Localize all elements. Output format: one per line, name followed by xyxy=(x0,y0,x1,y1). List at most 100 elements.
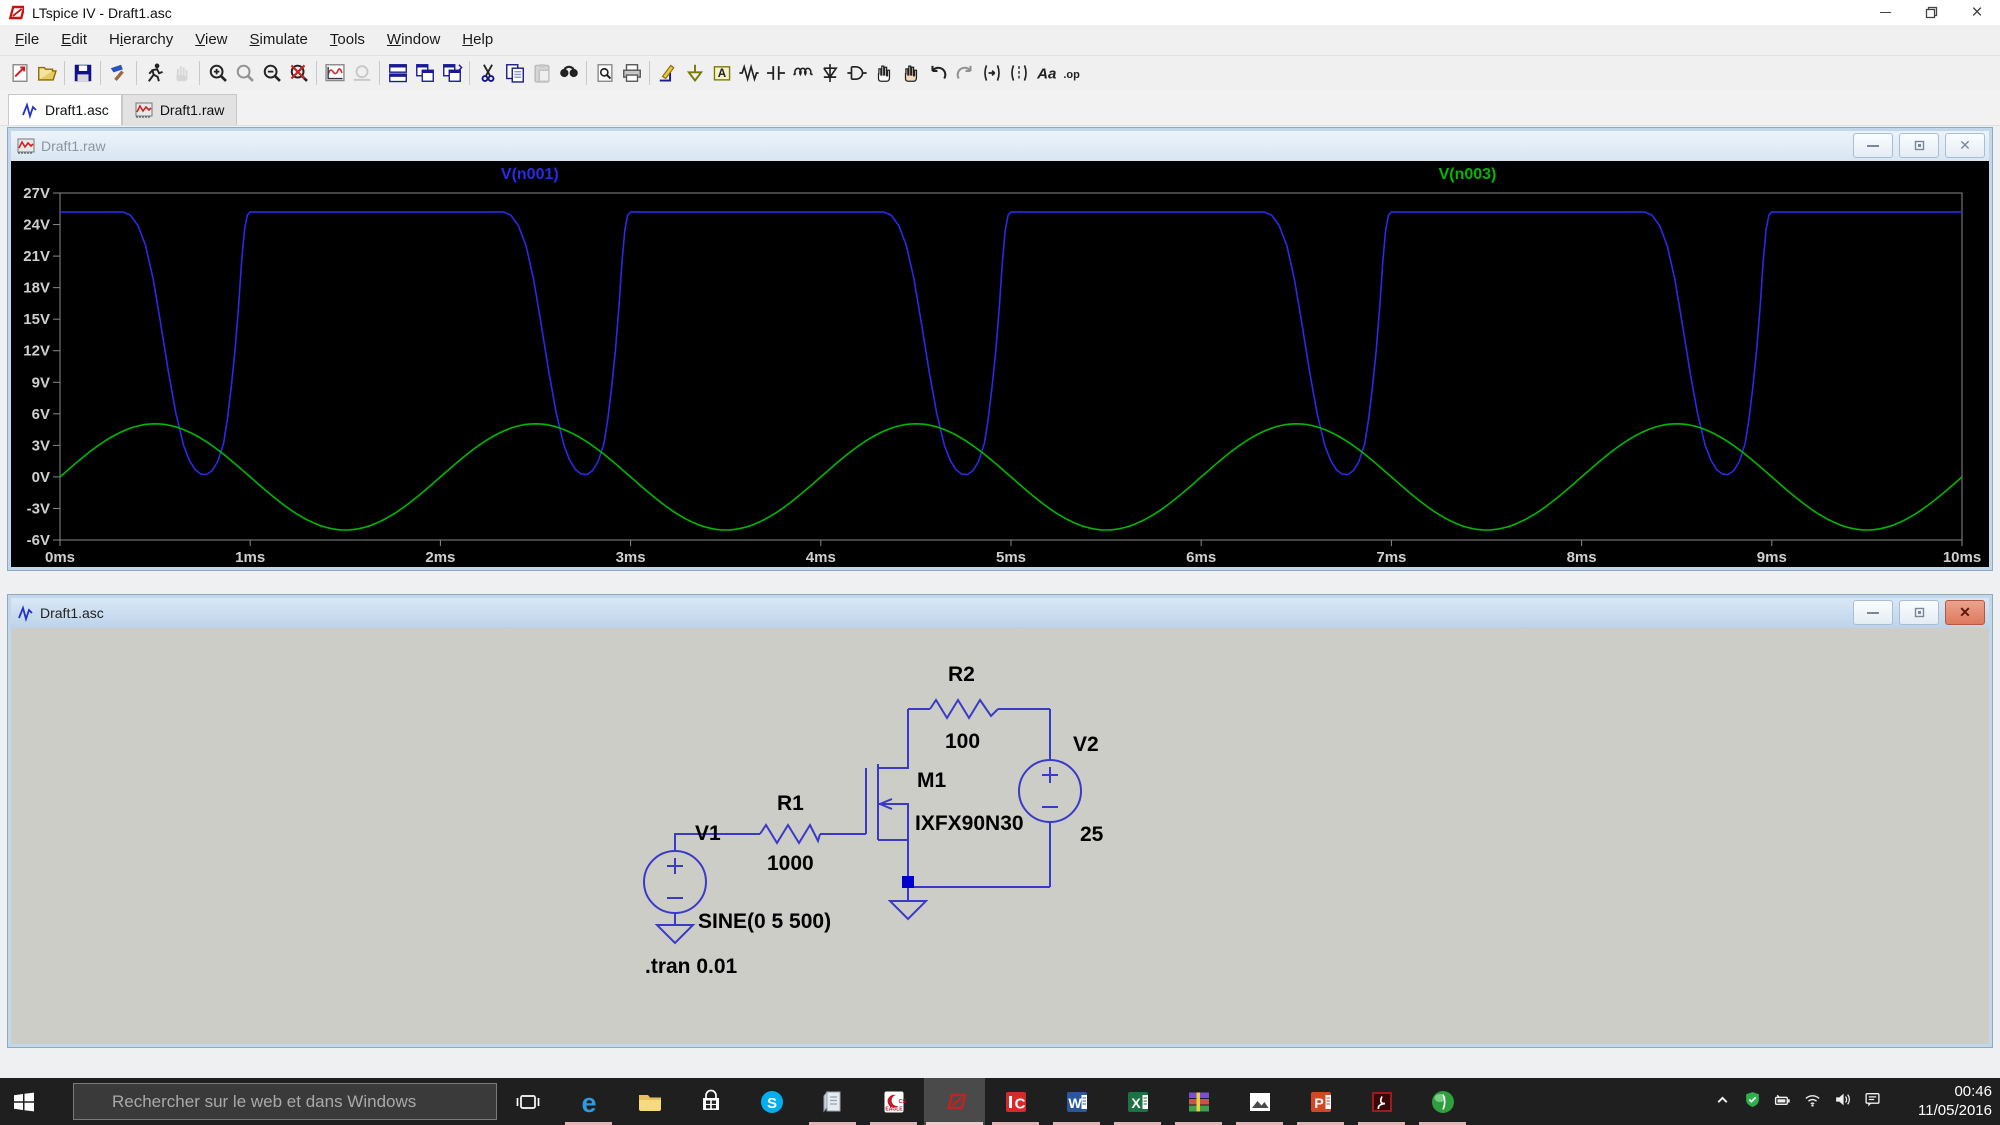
ground-button[interactable] xyxy=(681,60,708,87)
schematic-labels: V1 R1 1000 M1 IXFX90N30 R2 100 V2 25 SIN… xyxy=(645,663,1104,978)
svg-text:6ms: 6ms xyxy=(1186,549,1216,566)
tab-row: Draft1.asc Draft1.raw xyxy=(0,90,2000,126)
zoom-extents-button[interactable] xyxy=(285,60,312,87)
svg-text:-3V: -3V xyxy=(27,500,50,517)
taskbar-app-task-view[interactable] xyxy=(497,1078,558,1125)
zoom-in-button[interactable] xyxy=(204,60,231,87)
child-restore-button[interactable] xyxy=(1899,133,1939,158)
svg-text:3ms: 3ms xyxy=(616,549,646,566)
tray-battery-icon[interactable] xyxy=(1774,1091,1791,1113)
component-button[interactable] xyxy=(843,60,870,87)
label-v1-value: SINE(0 5 500) xyxy=(698,910,831,933)
taskbar-app-notepad[interactable] xyxy=(802,1078,863,1125)
menu-view[interactable]: View xyxy=(184,25,238,55)
child-restore-button[interactable] xyxy=(1899,600,1939,625)
taskbar-app-skype[interactable]: S xyxy=(741,1078,802,1125)
print-button[interactable] xyxy=(618,60,645,87)
minimize-button[interactable] xyxy=(1862,0,1908,25)
start-button[interactable] xyxy=(0,1078,48,1125)
taskbar-app-acrobat[interactable] xyxy=(1351,1078,1412,1125)
taskbar-app-word[interactable]: W xyxy=(1046,1078,1107,1125)
rotate-button[interactable] xyxy=(978,60,1005,87)
trace-label[interactable]: V(n003) xyxy=(1439,166,1497,183)
resistor-button[interactable] xyxy=(735,60,762,87)
print-preview-button[interactable] xyxy=(591,60,618,87)
waveform-plot[interactable]: 27V24V21V18V15V12V9V6V3V0V-3V-6V0ms1ms2m… xyxy=(11,161,1989,567)
toolbar-separator xyxy=(586,61,587,85)
copy-button[interactable] xyxy=(501,60,528,87)
tray-notifications-icon[interactable] xyxy=(1864,1091,1881,1113)
taskbar-app-file-explorer[interactable] xyxy=(619,1078,680,1125)
undo-button[interactable] xyxy=(924,60,951,87)
search-input[interactable]: Rechercher sur le web et dans Windows xyxy=(73,1083,497,1120)
net-label-button[interactable]: A xyxy=(708,60,735,87)
tray-chevron-up-icon[interactable] xyxy=(1714,1091,1731,1113)
menu-edit[interactable]: Edit xyxy=(50,25,98,55)
taskbar-clock[interactable]: 00:46 11/05/2016 xyxy=(1918,1078,1992,1125)
save-button[interactable] xyxy=(69,60,96,87)
mirror-button[interactable] xyxy=(1005,60,1032,87)
tile-vertical-button[interactable] xyxy=(411,60,438,87)
taskbar-app-eagle-cad[interactable]: CSEAGLE xyxy=(863,1078,924,1125)
taskbar-app-powerpoint[interactable]: P xyxy=(1290,1078,1351,1125)
tab-draft1-raw[interactable]: Draft1.raw xyxy=(122,94,238,125)
open-button[interactable] xyxy=(33,60,60,87)
taskbar-app-edge[interactable]: e xyxy=(558,1078,619,1125)
tray-security-shield-icon[interactable] xyxy=(1744,1091,1761,1113)
text-button[interactable]: Aa xyxy=(1032,60,1059,87)
zoom-out-button[interactable] xyxy=(258,60,285,87)
taskbar-app-excel[interactable]: X xyxy=(1107,1078,1168,1125)
menu-hierarchy[interactable]: Hierarchy xyxy=(98,25,184,55)
taskbar-apps: e S CSEAGLE CW X P xyxy=(497,1078,1473,1125)
move-button[interactable] xyxy=(870,60,897,87)
find-button[interactable] xyxy=(555,60,582,87)
schematic-window: Draft1.asc ✕ xyxy=(8,595,1992,1047)
waveform-pane-button[interactable] xyxy=(321,60,348,87)
control-panel-button[interactable] xyxy=(105,60,132,87)
capacitor-button[interactable] xyxy=(762,60,789,87)
label-v1: V1 xyxy=(695,822,721,845)
schematic-canvas[interactable]: V1 R1 1000 M1 IXFX90N30 R2 100 V2 25 SIN… xyxy=(11,628,1989,1044)
svg-text:21V: 21V xyxy=(23,248,50,265)
close-button[interactable]: × xyxy=(1954,0,2000,25)
taskbar-app-windows-store[interactable] xyxy=(680,1078,741,1125)
child-close-button[interactable]: ✕ xyxy=(1945,600,1985,625)
tray-wifi-icon[interactable] xyxy=(1804,1091,1821,1113)
taskbar-app-photos[interactable] xyxy=(1229,1078,1290,1125)
inductor-button[interactable] xyxy=(789,60,816,87)
svg-text:12V: 12V xyxy=(23,343,50,360)
trace-label[interactable]: V(n001) xyxy=(501,166,559,183)
menu-tools[interactable]: Tools xyxy=(319,25,376,55)
taskbar-app-winrar[interactable] xyxy=(1168,1078,1229,1125)
spice-directive-button[interactable]: .op xyxy=(1059,60,1086,87)
wire-button[interactable] xyxy=(654,60,681,87)
tile-horizontal-button[interactable] xyxy=(384,60,411,87)
waveform-window-titlebar[interactable]: Draft1.raw ✕ xyxy=(11,131,1989,161)
menu-simulate[interactable]: Simulate xyxy=(239,25,319,55)
restore-button[interactable] xyxy=(1908,0,1954,25)
taskbar-app-corel[interactable] xyxy=(1412,1078,1473,1125)
run-button[interactable] xyxy=(141,60,168,87)
schematic-window-titlebar[interactable]: Draft1.asc ✕ xyxy=(11,598,1989,628)
toolbar-separator xyxy=(469,61,470,85)
taskbar-app-ic-app[interactable]: C xyxy=(985,1078,1046,1125)
cut-button[interactable] xyxy=(474,60,501,87)
child-close-button[interactable]: ✕ xyxy=(1945,133,1985,158)
tab-draft1-asc[interactable]: Draft1.asc xyxy=(8,94,122,125)
new-schematic-button[interactable] xyxy=(6,60,33,87)
menu-file[interactable]: File xyxy=(4,25,50,55)
diode-button[interactable] xyxy=(816,60,843,87)
child-minimize-button[interactable] xyxy=(1853,600,1893,625)
svg-text:X: X xyxy=(1131,1095,1141,1111)
cascade-button[interactable] xyxy=(438,60,465,87)
svg-text:Aa: Aa xyxy=(1036,66,1056,83)
menu-help[interactable]: Help xyxy=(451,25,504,55)
taskbar-app-ltspice[interactable] xyxy=(924,1078,985,1125)
label-m1-value: IXFX90N30 xyxy=(915,812,1024,835)
drag-button[interactable] xyxy=(897,60,924,87)
child-minimize-button[interactable] xyxy=(1853,133,1893,158)
menu-window[interactable]: Window xyxy=(376,25,451,55)
tray-volume-icon[interactable] xyxy=(1834,1091,1851,1113)
window-title: LTspice IV - Draft1.asc xyxy=(32,5,172,21)
toolbar-separator xyxy=(649,61,650,85)
